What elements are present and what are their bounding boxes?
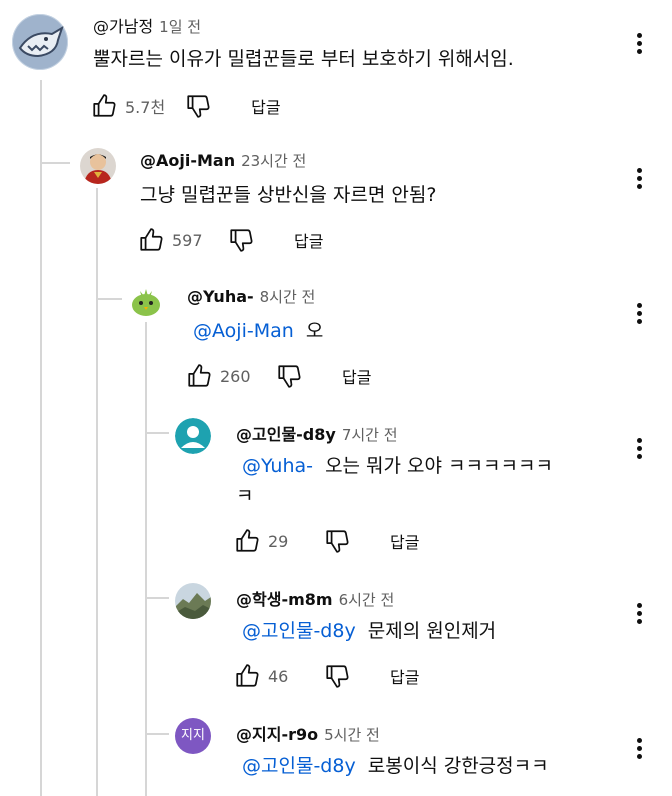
thread-branch-5 [145, 733, 169, 735]
like-count: 5.7천 [125, 98, 166, 117]
like-count: 46 [268, 666, 289, 686]
mention-link[interactable]: @고인물-d8y [242, 620, 356, 642]
mountain-photo-image [175, 583, 211, 619]
author-name[interactable]: @Yuha- [187, 287, 254, 306]
comment-text: 그냥 밀렵꾼들 상반신을 자르면 안됨? [140, 180, 436, 210]
thread-branch-2 [96, 298, 122, 300]
comment-text: @Yuha- 오는 뭐가 오야 ㅋㅋㅋㅋㅋㅋ [242, 451, 553, 481]
comment-text: 뿔자르는 이유가 밀렵꾼들로 부터 보호하기 위해서임. [93, 44, 514, 74]
reply-button[interactable]: 답글 [390, 664, 419, 688]
mention-link[interactable]: @고인물-d8y [242, 755, 356, 777]
comment-author[interactable]: @학생-m8m 6시간 전 [236, 586, 394, 610]
comment-author[interactable]: @Aoji-Man 23시간 전 [140, 150, 306, 171]
reply-button[interactable]: 답글 [390, 529, 419, 553]
mountain-photo-avatar[interactable] [175, 583, 211, 619]
mention-link[interactable]: @Yuha- [242, 455, 313, 477]
comment-text-continued: ㅋ [236, 481, 253, 511]
default-person-avatar[interactable] [175, 418, 211, 454]
reply-button[interactable]: 답글 [342, 364, 371, 388]
timestamp[interactable]: 5시간 전 [324, 726, 380, 744]
like-count: 597 [172, 230, 203, 250]
comment-actions: 29 답글 [234, 527, 419, 555]
comment-text-content: 오 [305, 320, 324, 342]
initials-avatar[interactable]: 지지 [175, 718, 211, 754]
comment-text-content: 그냥 밀렵꾼들 상반신을 자르면 안됨? [140, 184, 437, 206]
comment-text-content: 로봉이식 강한긍정ㅋㅋ [367, 755, 549, 777]
thumbs-up-icon[interactable] [186, 363, 212, 389]
comment-text: @고인물-d8y 문제의 원인제거 [242, 616, 496, 646]
timestamp[interactable]: 23시간 전 [241, 152, 306, 170]
green-bird-avatar[interactable] [128, 283, 164, 319]
timestamp[interactable]: 6시간 전 [339, 591, 395, 609]
green-bird-avatar-image [128, 283, 164, 319]
thumbs-up-icon[interactable] [91, 93, 117, 119]
author-name[interactable]: @학생-m8m [236, 590, 333, 609]
comment-author[interactable]: @Yuha- 8시간 전 [187, 286, 315, 307]
more-options-icon[interactable] [634, 301, 644, 327]
ironman-avatar-image [80, 148, 116, 184]
timestamp[interactable]: 7시간 전 [342, 426, 398, 444]
thread-line-level-3 [145, 322, 147, 796]
default-person-icon [175, 418, 211, 454]
thread-branch-4 [145, 597, 169, 599]
shark-avatar-image [12, 14, 68, 70]
avatar-initials: 지지 [181, 728, 205, 743]
comment-text-content-line2: ㅋ [236, 485, 254, 507]
like-count: 260 [220, 366, 251, 386]
comment-author[interactable]: @가남정 1일 전 [93, 13, 201, 37]
ironman-avatar[interactable] [80, 148, 116, 184]
more-options-icon[interactable] [634, 601, 644, 627]
reply-button[interactable]: 답글 [294, 228, 323, 252]
author-name[interactable]: @고인물-d8y [236, 425, 336, 444]
thumbs-down-icon[interactable] [185, 93, 211, 119]
thumbs-up-icon[interactable] [234, 663, 260, 689]
reply-button[interactable]: 답글 [251, 94, 280, 118]
author-name[interactable]: @가남정 [93, 17, 153, 36]
comment-text-content: 문제의 원인제거 [367, 620, 497, 642]
thumbs-down-icon[interactable] [324, 528, 350, 554]
more-options-icon[interactable] [634, 436, 644, 462]
author-name[interactable]: @Aoji-Man [140, 151, 235, 170]
more-options-icon[interactable] [634, 31, 644, 57]
comment-author[interactable]: @고인물-d8y 7시간 전 [236, 421, 398, 445]
thumbs-up-icon[interactable] [234, 528, 260, 554]
thumbs-down-icon[interactable] [324, 663, 350, 689]
more-options-icon[interactable] [634, 166, 644, 192]
comment-actions: 597 답글 [138, 226, 323, 254]
mention-link[interactable]: @Aoji-Man [193, 320, 294, 342]
comment-actions: 46 답글 [234, 662, 419, 690]
like-count: 29 [268, 531, 289, 551]
timestamp[interactable]: 8시간 전 [260, 288, 316, 306]
thumbs-down-icon[interactable] [228, 227, 254, 253]
thread-line-level-1 [40, 80, 42, 796]
comment-text-content: 뿔자르는 이유가 밀렵꾼들로 부터 보호하기 위해서임. [93, 48, 514, 70]
timestamp[interactable]: 1일 전 [159, 18, 201, 36]
author-name[interactable]: @지지-r9o [236, 725, 318, 744]
comment-actions: 260 답글 [186, 362, 371, 390]
comment-text-content: 오는 뭐가 오야 ㅋㅋㅋㅋㅋㅋ [325, 455, 553, 477]
thumbs-up-icon[interactable] [138, 227, 164, 253]
thumbs-down-icon[interactable] [276, 363, 302, 389]
thread-branch-3 [145, 432, 169, 434]
shark-avatar[interactable] [12, 14, 68, 70]
comment-text: @고인물-d8y 로봉이식 강한긍정ㅋㅋ [242, 751, 549, 781]
thread-line-level-2 [96, 188, 98, 796]
thread-branch-1 [40, 162, 70, 164]
comment-text: @Aoji-Man 오 [193, 316, 323, 346]
comment-author[interactable]: @지지-r9o 5시간 전 [236, 721, 380, 745]
comment-actions: 5.7천 답글 [91, 92, 281, 120]
more-options-icon[interactable] [634, 736, 644, 762]
